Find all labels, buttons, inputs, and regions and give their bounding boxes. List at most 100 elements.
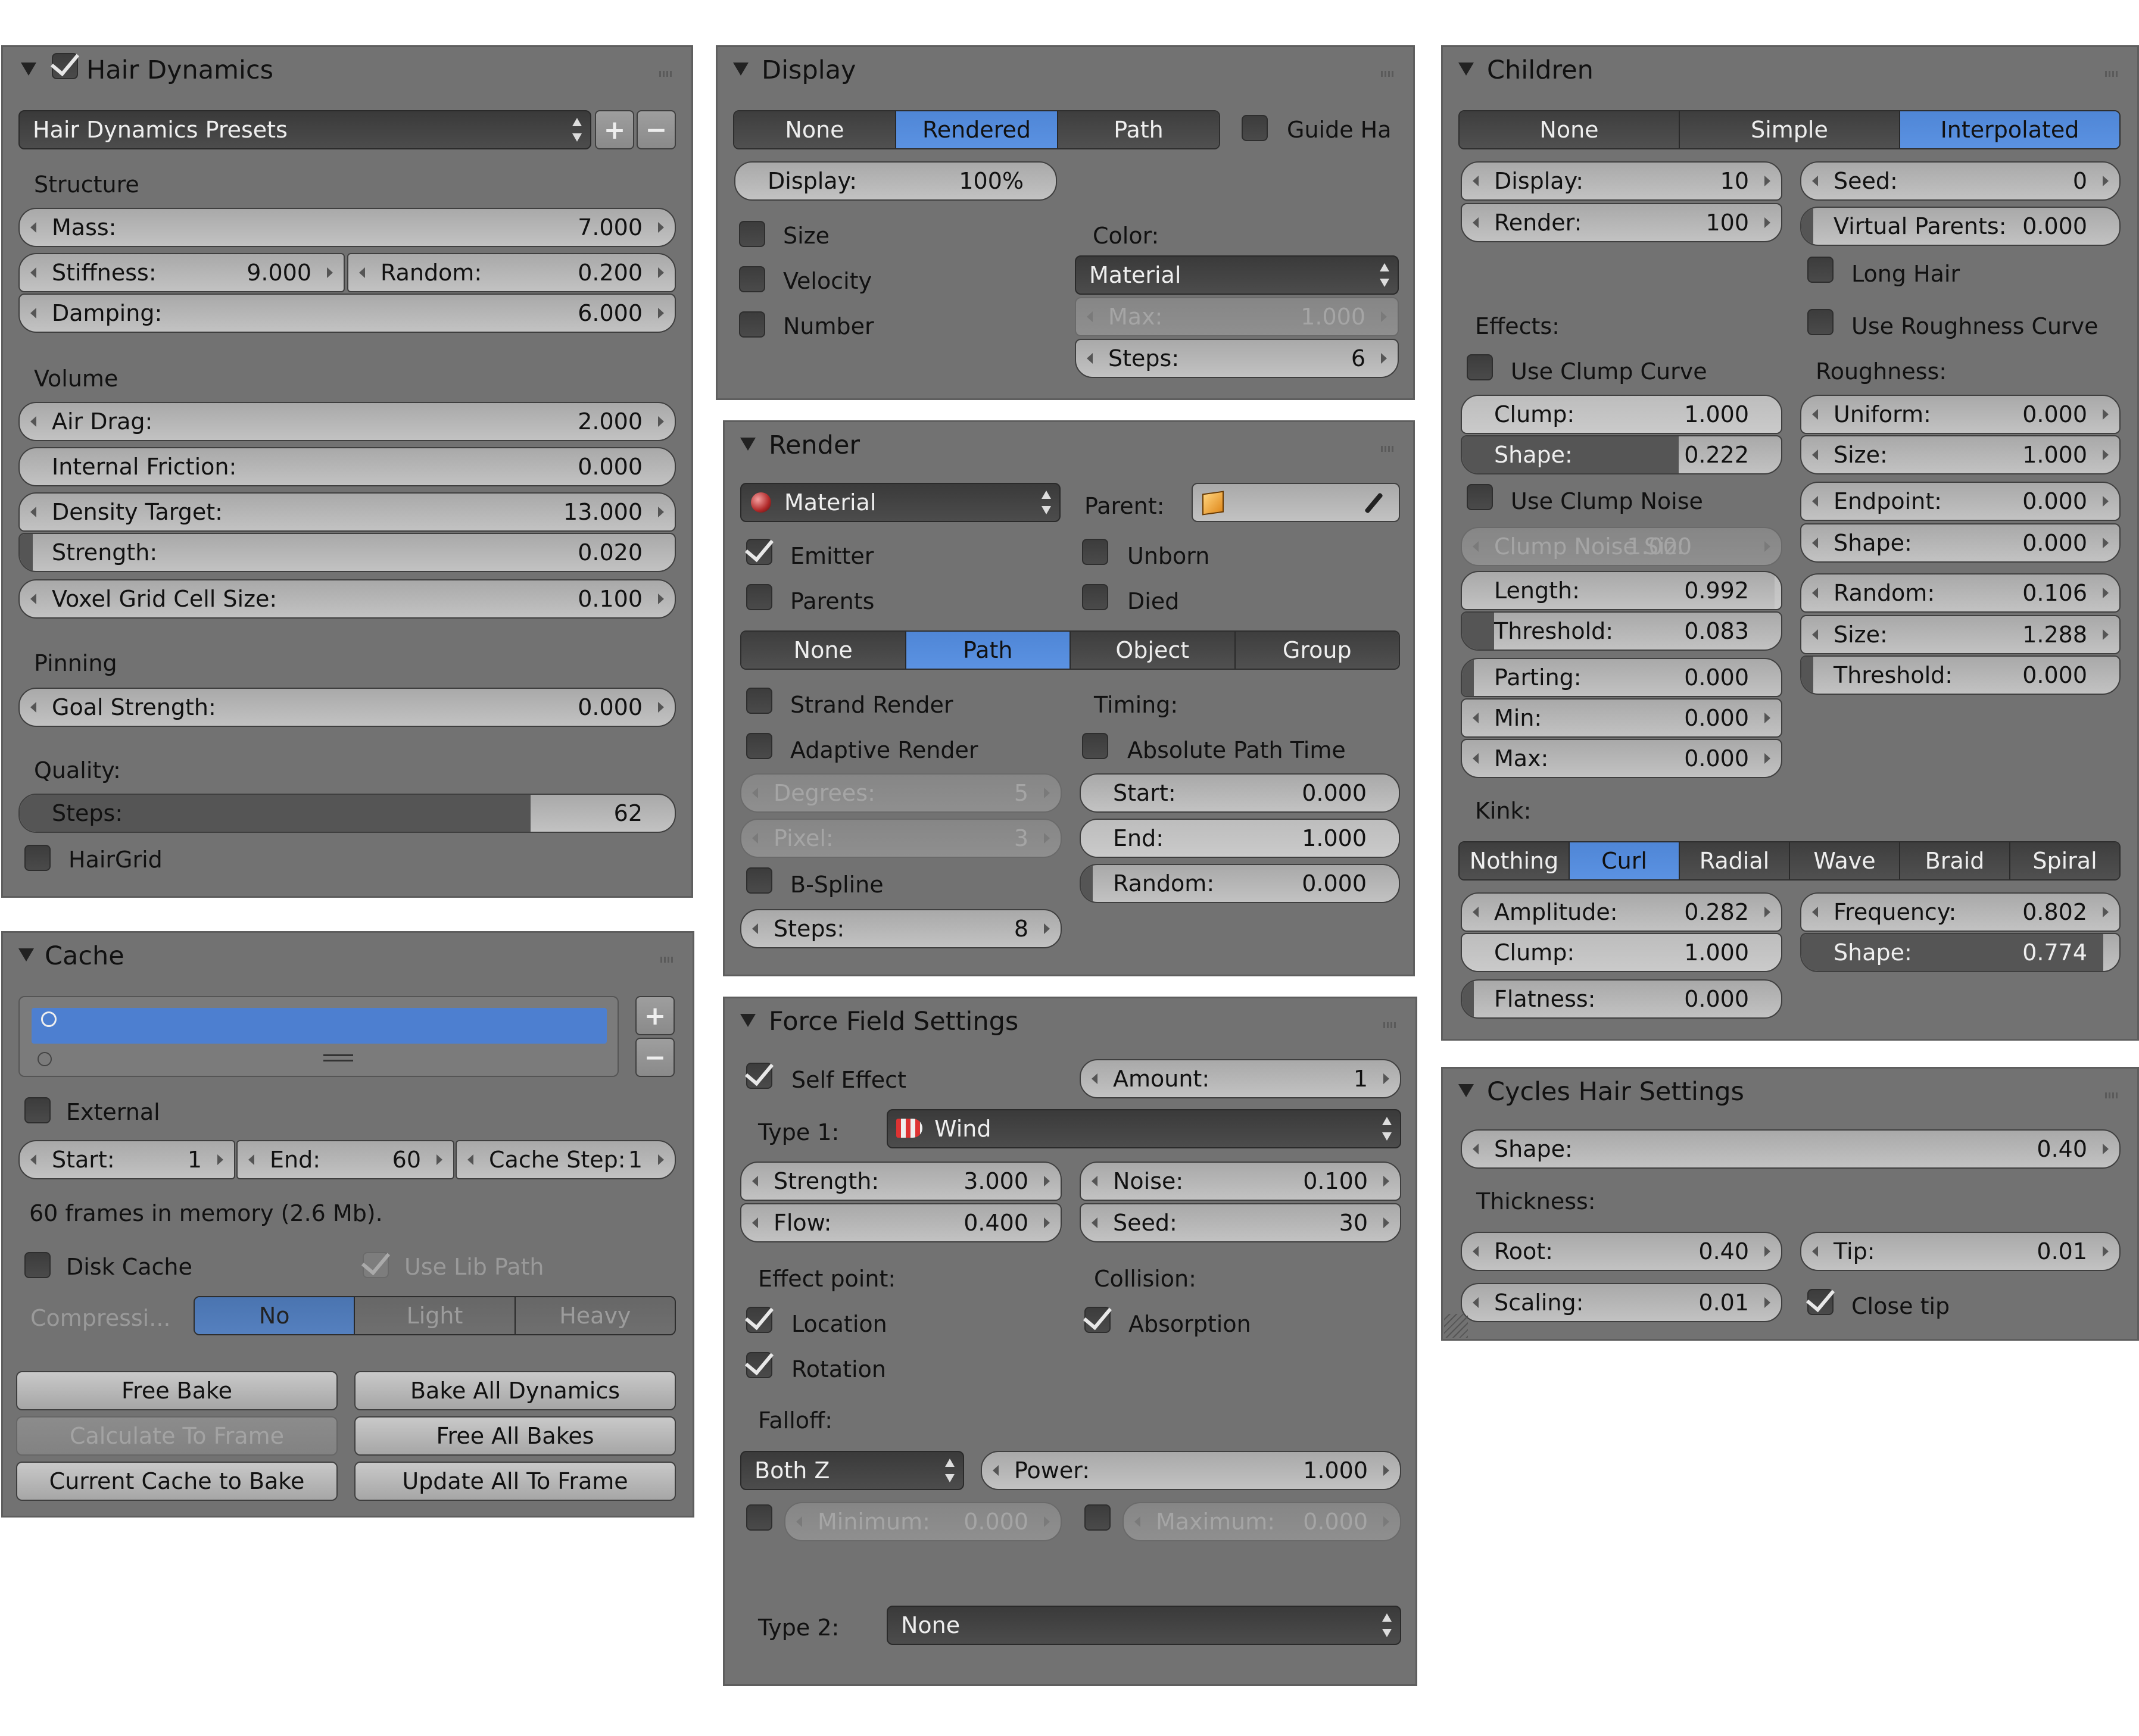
collapse-triangle-icon[interactable] [1458,1084,1474,1097]
kink-spiral-option[interactable]: Spiral [2009,842,2119,879]
pixel-field[interactable]: Pixel: 3 [740,819,1062,858]
long-hair-checkbox[interactable] [1807,257,1834,283]
collapse-triangle-icon[interactable] [18,948,34,961]
guide-hairs-checkbox[interactable] [1242,115,1268,141]
render-steps-field[interactable]: Steps: 8 [740,909,1062,948]
children-display-field[interactable]: Display: 10 [1461,161,1782,201]
display-none-option[interactable]: None [734,111,895,148]
timing-start-slider[interactable]: Start: 0.000 [1080,773,1400,813]
falloff-dropdown[interactable]: Both Z [740,1451,964,1490]
add-preset-button[interactable]: + [595,110,634,149]
drag-grip-icon[interactable] [2105,71,2119,77]
display-path-option[interactable]: Path [1057,111,1219,148]
b-spline-checkbox[interactable] [746,867,772,894]
adaptive-render-checkbox[interactable] [746,733,772,759]
hairgrid-checkbox[interactable] [24,845,51,871]
root-field[interactable]: Root: 0.40 [1461,1232,1782,1271]
internal-friction-slider[interactable]: Internal Friction: 0.000 [18,447,676,486]
children-render-field[interactable]: Render: 100 [1461,203,1782,242]
scaling-field[interactable]: Scaling: 0.01 [1461,1283,1782,1322]
use-maximum-checkbox[interactable] [1084,1504,1111,1531]
cache-list[interactable] [18,996,619,1077]
selected-cache-row[interactable] [32,1008,607,1044]
presets-dropdown[interactable]: Hair Dynamics Presets [18,110,591,149]
current-cache-to-bake-button[interactable]: Current Cache to Bake [16,1462,338,1501]
drag-grip-icon[interactable] [1381,446,1395,452]
color-dropdown[interactable]: Material [1075,255,1399,295]
render-object-option[interactable]: Object [1070,632,1234,669]
render-path-option[interactable]: Path [905,632,1070,669]
flow-field[interactable]: Flow: 0.400 [740,1203,1062,1242]
voxel-grid-cell-size-field[interactable]: Voxel Grid Cell Size: 0.100 [18,579,676,619]
kink-wave-option[interactable]: Wave [1789,842,1899,879]
display-rendered-option[interactable]: Rendered [895,111,1057,148]
location-checkbox[interactable] [744,1300,774,1333]
amount-field[interactable]: Amount: 1 [1080,1059,1401,1098]
panel-header[interactable]: Cycles Hair Settings [1443,1069,2137,1123]
free-all-bakes-button[interactable]: Free All Bakes [354,1416,676,1456]
minimum-field[interactable]: Minimum: 0.000 [784,1502,1062,1541]
degrees-field[interactable]: Degrees: 5 [740,773,1062,813]
eyedropper-icon[interactable] [1364,492,1383,514]
parents-checkbox[interactable] [746,584,772,610]
hair-dynamics-enable-checkbox[interactable] [50,46,80,79]
drag-grip-icon[interactable] [660,957,675,963]
collapse-triangle-icon[interactable] [733,63,749,76]
remove-preset-button[interactable]: − [637,110,676,149]
type2-dropdown[interactable]: None [887,1606,1401,1645]
drag-grip-icon[interactable] [659,71,673,77]
clump-noise-size-field[interactable]: Clump Noise Siz: 1.000 [1461,527,1782,566]
compression-no[interactable]: No [195,1297,354,1334]
bake-all-dynamics-button[interactable]: Bake All Dynamics [354,1371,676,1410]
remove-cache-button[interactable]: − [635,1038,675,1077]
compression-light[interactable]: Light [354,1297,515,1334]
panel-header[interactable]: Hair Dynamics [3,46,691,102]
rotation-checkbox[interactable] [744,1345,774,1378]
frequency-field[interactable]: Frequency: 0.802 [1800,892,2121,932]
maximum-field[interactable]: Maximum: 0.000 [1122,1502,1401,1541]
stiffness-field[interactable]: Stiffness: 9.000 [18,253,345,292]
kink-type-selector[interactable]: Nothing Curl Radial Wave Braid Spiral [1458,841,2121,881]
number-checkbox[interactable] [739,311,765,338]
disk-cache-checkbox[interactable] [24,1252,51,1278]
parent-object-field[interactable] [1192,483,1400,522]
use-minimum-checkbox[interactable] [746,1504,772,1531]
render-group-option[interactable]: Group [1234,632,1399,669]
endpoint-shape-field[interactable]: Shape: 0.000 [1800,523,2121,563]
children-simple-option[interactable]: Simple [1679,111,1899,148]
roughness-size-field[interactable]: Size: 1.000 [1800,435,2121,474]
free-bake-button[interactable]: Free Bake [16,1371,338,1410]
drag-grip-icon[interactable] [1383,1022,1398,1028]
roughness-endpoint-field[interactable]: Endpoint: 0.000 [1800,482,2121,521]
strand-render-checkbox[interactable] [746,688,772,714]
close-tip-checkbox[interactable] [1806,1282,1835,1315]
kink-curl-option[interactable]: Curl [1569,842,1679,879]
cycles-shape-field[interactable]: Shape: 0.40 [1461,1129,2121,1169]
update-all-to-frame-button[interactable]: Update All To Frame [354,1462,676,1501]
cache-end-field[interactable]: End: 60 [236,1140,454,1179]
children-type-selector[interactable]: None Simple Interpolated [1458,110,2121,149]
panel-header[interactable]: Display [718,47,1413,102]
timing-random-slider[interactable]: Random: 0.000 [1080,864,1400,903]
strength-slider[interactable]: Strength: 0.020 [18,533,676,572]
use-lib-path-checkbox[interactable] [361,1245,391,1278]
tip-field[interactable]: Tip: 0.01 [1800,1232,2121,1271]
calculate-to-frame-button[interactable]: Calculate To Frame [16,1416,338,1456]
add-cache-button[interactable]: + [635,996,675,1035]
quality-steps-slider[interactable]: Steps: 62 [18,794,676,833]
collapse-triangle-icon[interactable] [21,63,36,76]
kink-nothing-option[interactable]: Nothing [1460,842,1569,879]
force-strength-field[interactable]: Strength: 3.000 [740,1162,1062,1201]
random-threshold-slider[interactable]: Threshold: 0.000 [1800,655,2121,695]
noise-field[interactable]: Noise: 0.100 [1080,1162,1401,1201]
render-as-dropdown[interactable]: Material [740,483,1061,522]
use-clump-noise-checkbox[interactable] [1467,484,1493,510]
kink-clump-slider[interactable]: Clump: 1.000 [1461,933,1782,972]
unborn-checkbox[interactable] [1082,539,1108,565]
emitter-checkbox[interactable] [744,532,774,565]
random-size-field[interactable]: Size: 1.288 [1800,615,2121,654]
display-steps-field[interactable]: Steps: 6 [1075,339,1399,378]
type1-dropdown[interactable]: Wind [887,1109,1401,1148]
render-type-selector[interactable]: None Path Object Group [740,630,1400,670]
panel-header[interactable]: Render [725,422,1413,477]
